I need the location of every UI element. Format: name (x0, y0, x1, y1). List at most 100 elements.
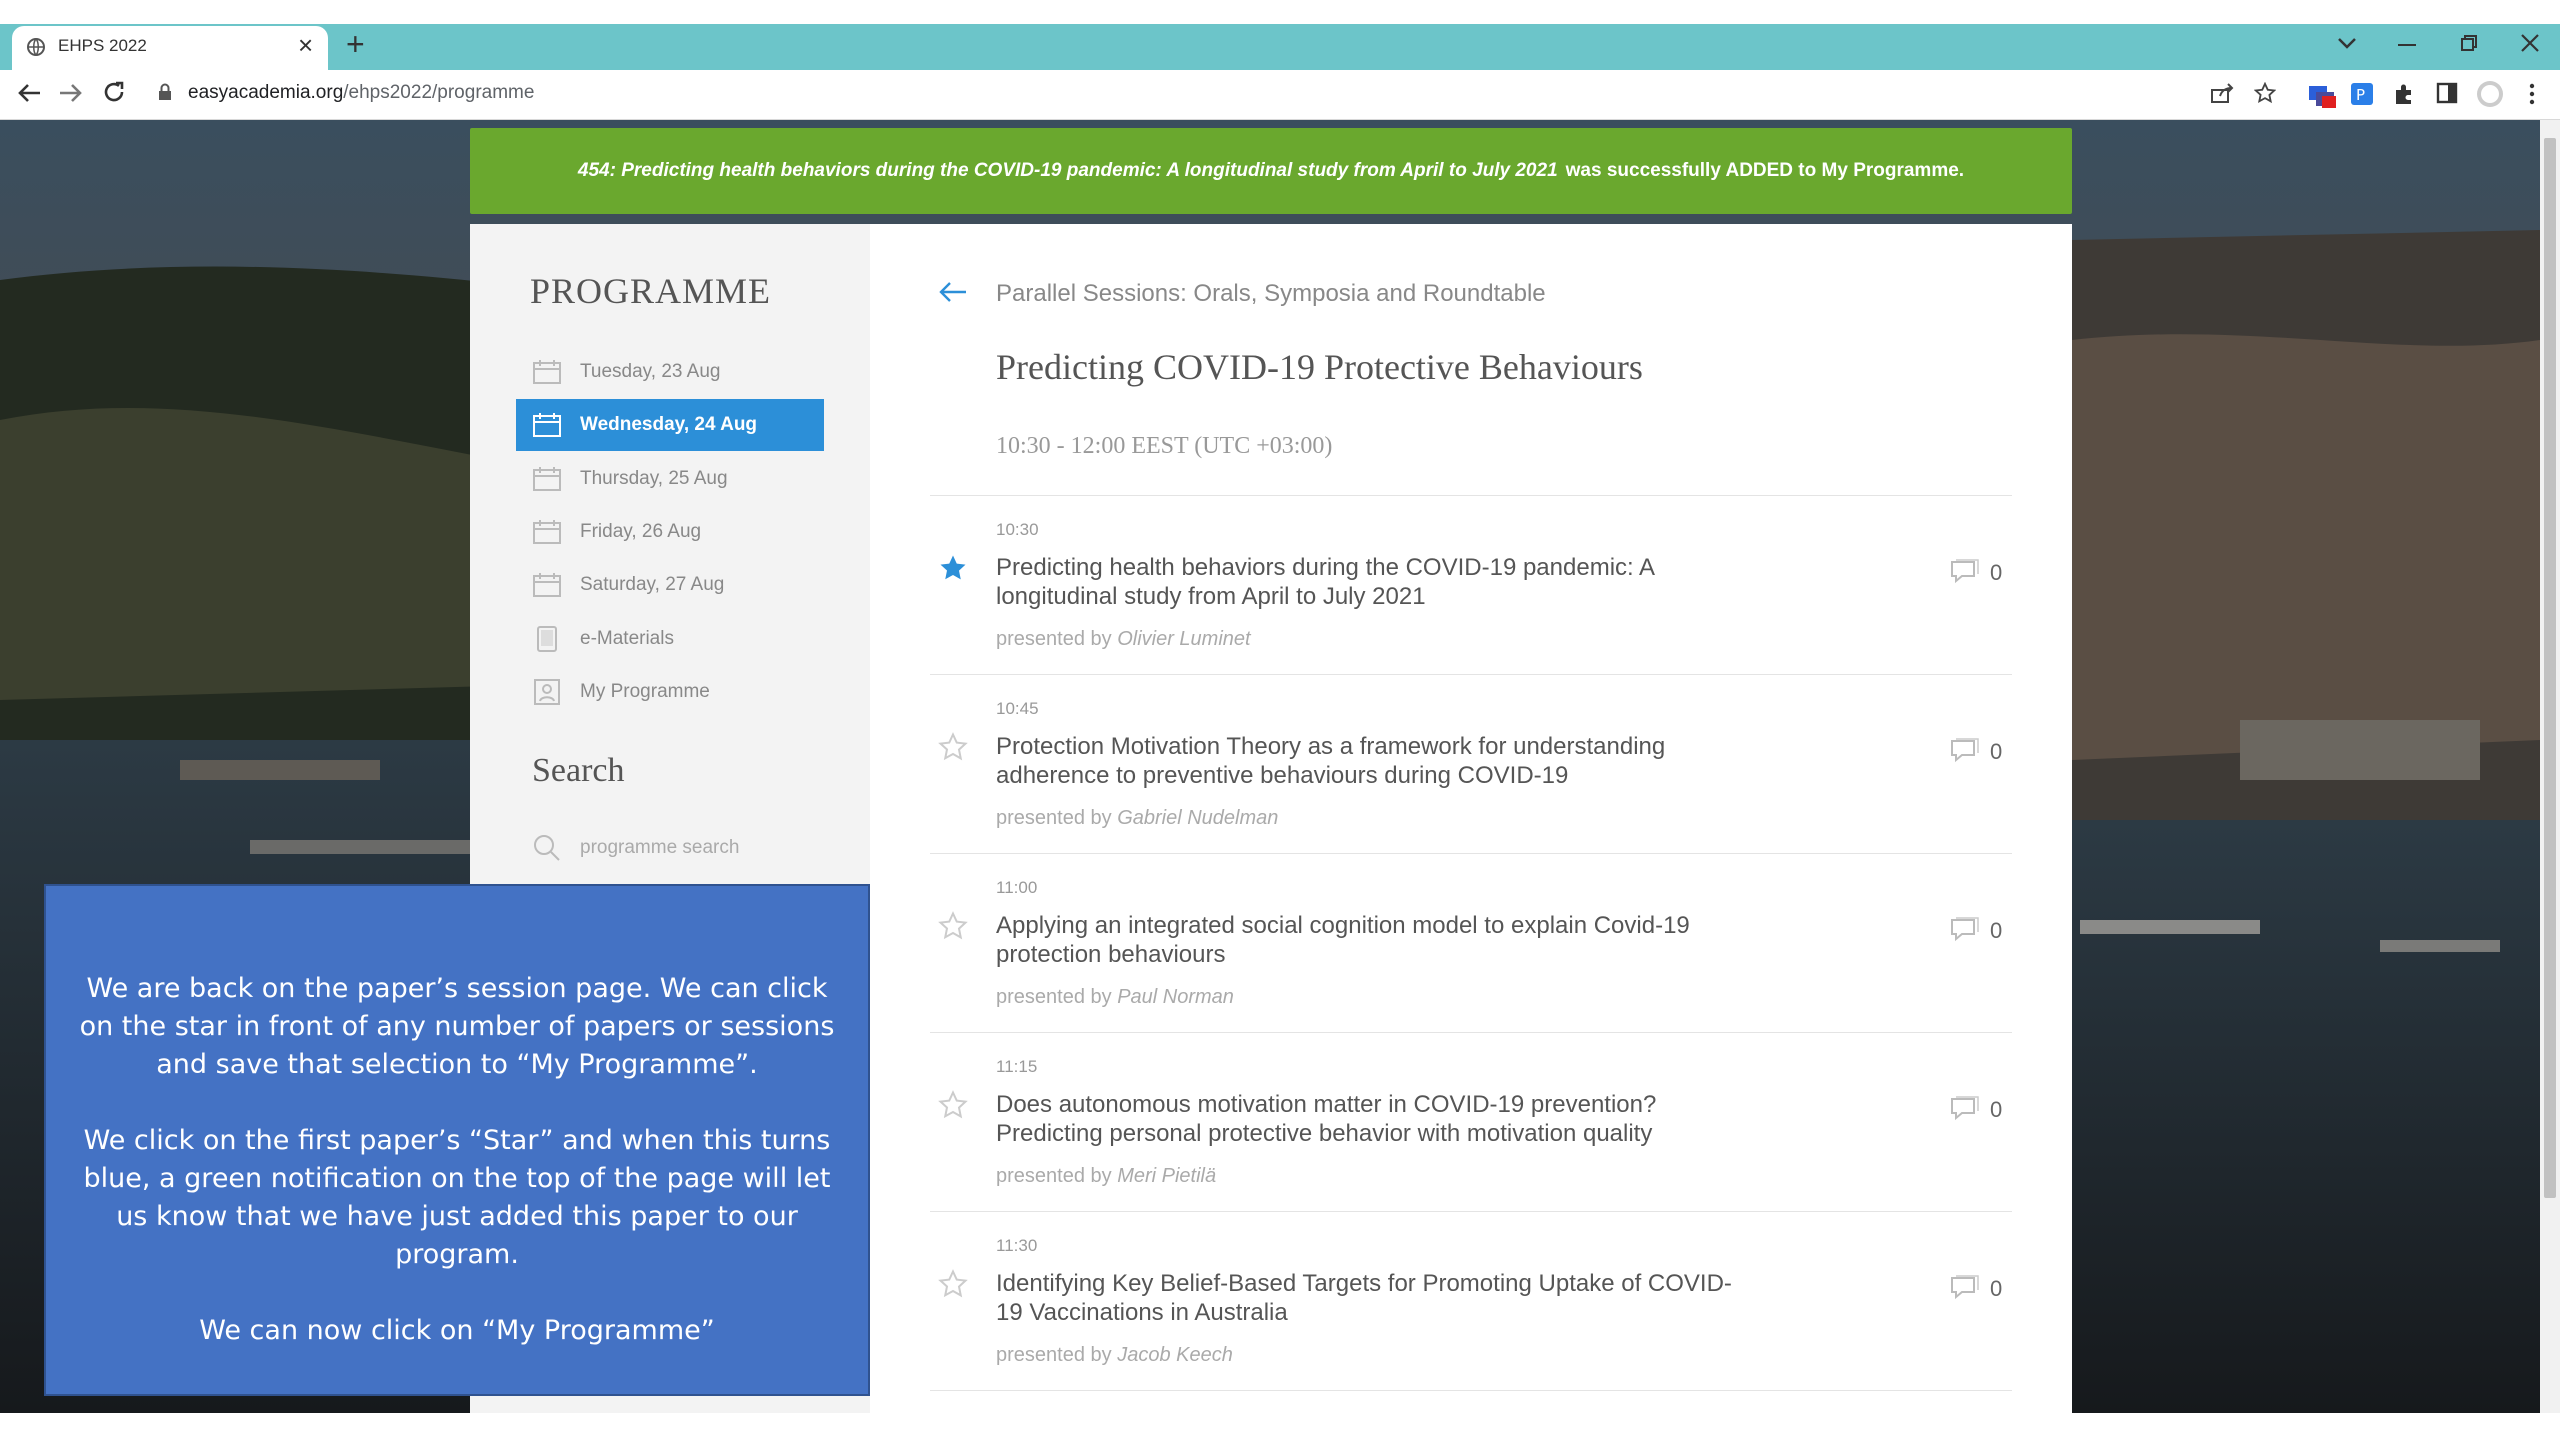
restore-icon[interactable] (2460, 34, 2478, 52)
lock-icon[interactable] (158, 83, 172, 101)
star-outline-icon[interactable] (938, 1269, 968, 1299)
instruction-paragraph: We are back on the paper’s session page.… (79, 973, 835, 1080)
calendar-icon (533, 573, 561, 597)
extension-icon[interactable] (2308, 82, 2338, 110)
success-notification: 454: Predicting health behaviors during … (470, 128, 2072, 214)
session-title: Predicting COVID-19 Protective Behaviour… (996, 347, 1643, 387)
paper-time: 10:30 (996, 520, 1039, 539)
instruction-paragraph: We click on the first paper’s “Star” and… (83, 1125, 831, 1270)
comment-count: 0 (1990, 1276, 2003, 1301)
profile-icon[interactable] (2476, 80, 2504, 108)
window-close-icon[interactable] (2520, 33, 2540, 53)
session-time: 10:30 - 12:00 EEST (UTC +03:00) (996, 433, 1333, 459)
sidebar-item-label: Friday, 26 Aug (580, 521, 702, 542)
share-icon[interactable] (2210, 82, 2234, 104)
address-bar[interactable]: easyacademia.org/ehps2022/programme (188, 82, 534, 104)
extension-icon[interactable]: P (2350, 82, 2374, 106)
calendar-icon (533, 467, 561, 491)
divider (930, 853, 2012, 854)
paper-title[interactable]: Applying an integrated social cognition … (996, 911, 1756, 969)
calendar-icon (533, 413, 561, 437)
paper-title[interactable]: Identifying Key Belief-Based Targets for… (996, 1269, 1756, 1327)
paper-presenter: presented by Paul Norman (996, 986, 1234, 1008)
comment-count: 0 (1990, 560, 2003, 585)
minimize-icon[interactable] (2398, 44, 2418, 48)
sidebar-item-label: My Programme (580, 681, 710, 702)
forward-icon[interactable] (58, 82, 84, 104)
sidebar-item-label: Wednesday, 24 Aug (580, 414, 758, 435)
paper-title[interactable]: Predicting health behaviors during the C… (996, 553, 1756, 611)
tab-strip (0, 24, 2560, 70)
url-path: /ehps2022/programme (343, 82, 535, 103)
paper-time: 11:00 (996, 878, 1038, 897)
instruction-callout: We are back on the paper’s session page.… (44, 884, 870, 1396)
url-domain: easyacademia.org (188, 82, 344, 103)
paper-time: 10:45 (996, 699, 1039, 718)
sidebar-item-saturday[interactable]: Saturday, 27 Aug (516, 559, 824, 611)
scrollbar-thumb[interactable] (2544, 138, 2556, 1198)
star-outline-icon[interactable] (938, 911, 968, 941)
sidebar-item-label: e-Materials (580, 628, 674, 649)
divider (930, 674, 2012, 675)
sidebar-item-label: Thursday, 25 Aug (580, 468, 728, 489)
comment-icon[interactable] (1948, 916, 1980, 942)
notification-message: was successfully ADDED to My Programme. (1565, 160, 1965, 181)
puzzle-icon[interactable] (2392, 82, 2416, 106)
comment-count: 0 (1990, 1097, 2003, 1122)
sidebar-item-tuesday[interactable]: Tuesday, 23 Aug (516, 346, 824, 398)
paper-presenter: presented by Olivier Luminet (996, 628, 1251, 650)
sidebar-item-e-materials[interactable]: e-Materials (516, 613, 824, 665)
comment-icon[interactable] (1948, 1095, 1980, 1121)
search-placeholder: programme search (580, 837, 740, 858)
paper-title[interactable]: Does autonomous motivation matter in COV… (996, 1090, 1756, 1148)
instruction-paragraph: We can now click on “My Programme” (199, 1315, 715, 1346)
comment-icon[interactable] (1948, 1274, 1980, 1300)
star-outline-icon[interactable] (938, 732, 968, 762)
search-input[interactable]: programme search (532, 830, 832, 866)
calendar-icon (533, 520, 561, 544)
breadcrumb[interactable]: Parallel Sessions: Orals, Symposia and R… (996, 280, 1546, 308)
comment-icon[interactable] (1948, 558, 1980, 584)
divider (930, 1390, 2012, 1391)
search-icon (534, 835, 560, 861)
sidebar-item-wednesday[interactable]: Wednesday, 24 Aug (516, 399, 824, 451)
divider (930, 1211, 2012, 1212)
sidebar-item-friday[interactable]: Friday, 26 Aug (516, 506, 824, 558)
window-top (0, 0, 2560, 24)
sidebar-icon[interactable] (2436, 82, 2458, 104)
sidebar-title: PROGRAMME (530, 271, 772, 311)
chevron-down-icon[interactable] (2336, 36, 2358, 50)
notification-paper: 454: Predicting health behaviors during … (577, 160, 1558, 181)
comment-count: 0 (1990, 918, 2003, 943)
back-icon[interactable] (16, 82, 42, 104)
sidebar-item-label: Tuesday, 23 Aug (580, 361, 721, 382)
page-bottom (0, 1413, 2560, 1440)
search-title: Search (532, 752, 625, 789)
sidebar-item-label: Saturday, 27 Aug (580, 574, 725, 595)
comment-count: 0 (1990, 739, 2003, 764)
person-icon (534, 679, 560, 705)
tab-title: EHPS 2022 (58, 36, 147, 55)
divider (930, 495, 2012, 496)
document-icon (537, 626, 557, 652)
reload-icon[interactable] (102, 80, 126, 104)
paper-time: 11:30 (996, 1236, 1038, 1255)
sidebar-item-my-programme[interactable]: My Programme (516, 666, 824, 718)
star-icon[interactable] (938, 553, 968, 583)
close-icon[interactable]: × (298, 30, 313, 61)
paper-presenter: presented by Jacob Keech (996, 1344, 1233, 1366)
sidebar-item-thursday[interactable]: Thursday, 25 Aug (516, 453, 824, 505)
calendar-icon (533, 360, 561, 384)
plus-icon[interactable]: + (346, 26, 365, 63)
svg-text:P: P (2356, 86, 2365, 104)
paper-presenter: presented by Gabriel Nudelman (996, 807, 1279, 829)
star-outline-icon[interactable] (938, 1090, 968, 1120)
paper-time: 11:15 (996, 1057, 1038, 1076)
comment-icon[interactable] (1948, 737, 1980, 763)
divider (930, 1032, 2012, 1033)
menu-icon[interactable] (2528, 82, 2536, 106)
back-arrow-icon[interactable] (938, 280, 968, 304)
paper-presenter: presented by Meri Pietilä (996, 1165, 1217, 1187)
bookmark-star-icon[interactable] (2254, 82, 2276, 104)
paper-title[interactable]: Protection Motivation Theory as a framew… (996, 732, 1756, 790)
